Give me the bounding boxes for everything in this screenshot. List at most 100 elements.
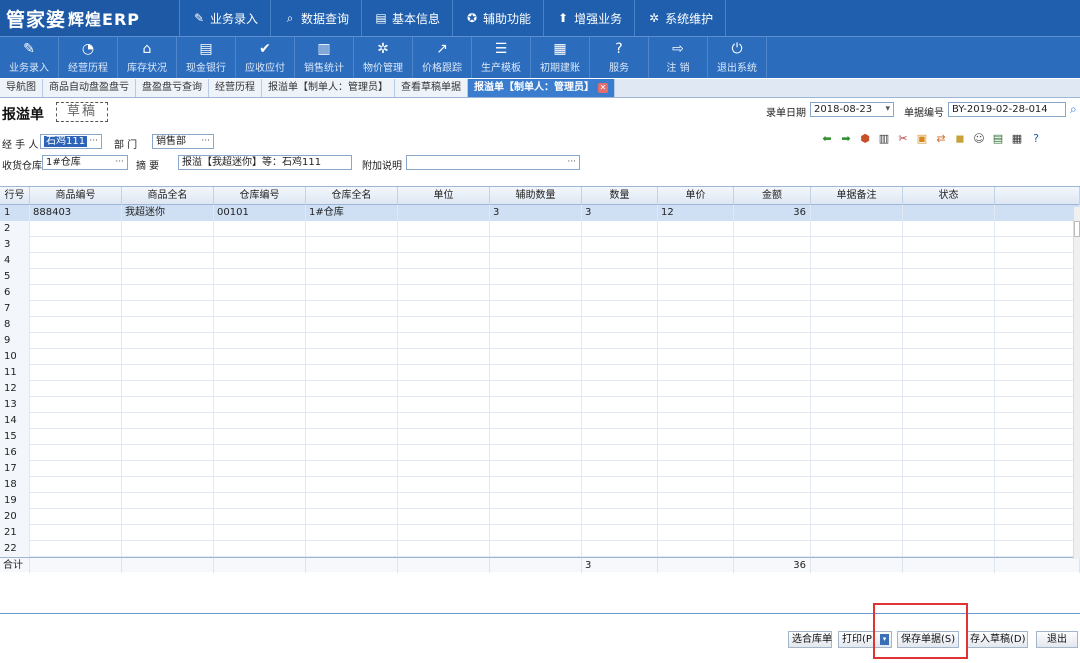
grid-cell[interactable] — [811, 525, 903, 541]
grid-cell[interactable] — [30, 221, 122, 237]
help-icon[interactable]: ? — [1029, 132, 1043, 146]
grid-cell[interactable] — [122, 445, 214, 461]
grid-cell[interactable] — [214, 541, 306, 557]
grid-cell[interactable] — [811, 477, 903, 493]
grid-cell[interactable] — [122, 365, 214, 381]
grid-cell[interactable] — [490, 381, 582, 397]
grid-cell[interactable] — [582, 237, 658, 253]
grid-cell[interactable] — [995, 237, 1080, 253]
table-row[interactable]: 9 — [0, 333, 1080, 349]
grid-cell[interactable] — [811, 509, 903, 525]
grid-cell[interactable] — [811, 349, 903, 365]
grid-cell[interactable] — [214, 493, 306, 509]
grid-cell[interactable] — [995, 413, 1080, 429]
grid-cell[interactable] — [306, 221, 398, 237]
grid-cell[interactable] — [30, 525, 122, 541]
grid-cell[interactable] — [582, 541, 658, 557]
arrow-right-icon[interactable]: ➡ — [839, 132, 853, 146]
grid-cell[interactable] — [30, 333, 122, 349]
tab-profit-loss-query[interactable]: 盘盈盘亏查询 — [136, 79, 209, 97]
toolbar-service[interactable]: ? 服务 — [590, 37, 649, 78]
package-icon[interactable]: ◼ — [953, 132, 967, 146]
grid-cell[interactable] — [398, 221, 490, 237]
grid-cell[interactable] — [398, 381, 490, 397]
clipboard-icon[interactable]: ▤ — [991, 132, 1005, 146]
exit-button[interactable]: 退出 — [1036, 631, 1078, 648]
grid-cell[interactable] — [903, 365, 995, 381]
grid-cell[interactable] — [734, 253, 811, 269]
grid-cell[interactable] — [734, 493, 811, 509]
col-status[interactable]: 状态 — [903, 187, 995, 205]
grid-cell[interactable] — [995, 461, 1080, 477]
grid-cell[interactable] — [995, 301, 1080, 317]
grid-cell[interactable] — [582, 253, 658, 269]
grid-cell[interactable] — [398, 509, 490, 525]
grid-cell[interactable] — [214, 269, 306, 285]
toolbar-production[interactable]: ☰ 生产模板 — [472, 37, 531, 78]
col-qty[interactable]: 数量 — [582, 187, 658, 205]
grid-cell[interactable] — [30, 445, 122, 461]
grid-cell[interactable] — [490, 413, 582, 429]
grid-cell[interactable] — [734, 317, 811, 333]
grid-cell[interactable] — [30, 365, 122, 381]
docno-field[interactable]: BY-2019-02-28-014 — [948, 102, 1066, 117]
grid-cell[interactable] — [811, 429, 903, 445]
grid-cell[interactable] — [398, 445, 490, 461]
grid-cell[interactable] — [306, 285, 398, 301]
grid-cell[interactable] — [490, 541, 582, 557]
table-row[interactable]: 1 888403 我超迷你 00101 1#仓库 3 3 12 36 — [0, 205, 1080, 221]
tab-overflow-doc[interactable]: 报溢单【制单人：管理员】 — [262, 79, 395, 97]
scrollbar-thumb[interactable] — [1074, 221, 1080, 237]
grid-cell[interactable] — [214, 477, 306, 493]
table-row[interactable]: 22 — [0, 541, 1080, 557]
table-row[interactable]: 12 — [0, 381, 1080, 397]
grid-cell[interactable] — [30, 397, 122, 413]
table-row[interactable]: 10 — [0, 349, 1080, 365]
grid-cell[interactable] — [995, 365, 1080, 381]
grid-cell[interactable] — [30, 317, 122, 333]
grid-cell[interactable] — [995, 525, 1080, 541]
grid-cell[interactable] — [903, 237, 995, 253]
handler-field[interactable]: 石鸡111 ··· — [40, 134, 102, 149]
note-field[interactable]: ··· — [406, 155, 580, 170]
grid-cell[interactable] — [903, 301, 995, 317]
col-product-name[interactable]: 商品全名 — [122, 187, 214, 205]
grid-cell[interactable] — [306, 269, 398, 285]
grid-cell[interactable] — [995, 445, 1080, 461]
grid-cell[interactable] — [490, 493, 582, 509]
grid-cell[interactable] — [658, 285, 734, 301]
grid-cell[interactable] — [658, 269, 734, 285]
grid-cell[interactable] — [658, 541, 734, 557]
dept-field[interactable]: 销售部 ··· — [152, 134, 214, 149]
toolbar-price-mgmt[interactable]: ✲ 物价管理 — [354, 37, 413, 78]
grid-cell[interactable] — [122, 429, 214, 445]
grid-cell[interactable] — [30, 413, 122, 429]
grid-cell[interactable] — [306, 397, 398, 413]
grid-cell[interactable] — [811, 317, 903, 333]
grid-cell[interactable] — [903, 413, 995, 429]
grid-cell[interactable] — [214, 509, 306, 525]
col-aux-qty[interactable]: 辅助数量 — [490, 187, 582, 205]
grid-cell[interactable] — [122, 349, 214, 365]
grid-cell[interactable] — [490, 349, 582, 365]
tab-overflow-doc-active[interactable]: 报溢单【制单人：管理员】 ✕ — [468, 79, 615, 97]
grid-cell[interactable] — [734, 333, 811, 349]
grid-cell[interactable] — [306, 365, 398, 381]
grid-cell[interactable] — [582, 333, 658, 349]
grid-cell[interactable] — [30, 429, 122, 445]
grid-cell[interactable] — [122, 221, 214, 237]
chevron-down-icon[interactable]: ▾ — [885, 103, 890, 116]
grid-cell[interactable] — [811, 413, 903, 429]
cell-aux-qty[interactable]: 3 — [490, 205, 582, 221]
grid-cell[interactable] — [30, 253, 122, 269]
grid-cell[interactable] — [30, 301, 122, 317]
grid-cell[interactable] — [811, 333, 903, 349]
grid-cell[interactable] — [582, 461, 658, 477]
grid-cell[interactable] — [398, 541, 490, 557]
grid-cell[interactable] — [734, 221, 811, 237]
grid-cell[interactable] — [122, 397, 214, 413]
save-draft-button[interactable]: 存入草稿(D) — [966, 631, 1028, 648]
table-row[interactable]: 15 — [0, 429, 1080, 445]
cell-warehouse-code[interactable]: 00101 — [214, 205, 306, 221]
grid-cell[interactable] — [734, 381, 811, 397]
